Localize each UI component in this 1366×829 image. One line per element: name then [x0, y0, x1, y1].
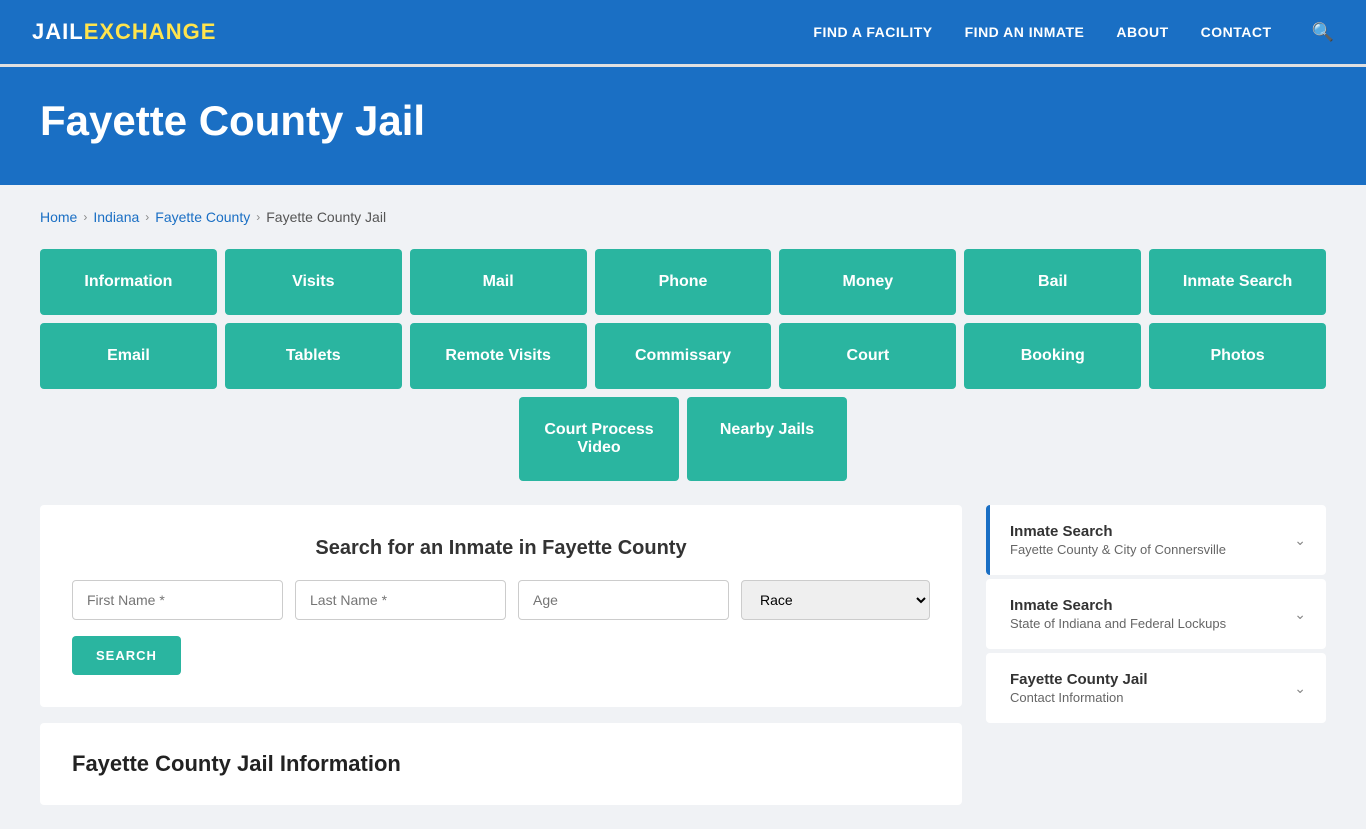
- info-heading: Fayette County Jail Information: [72, 751, 930, 777]
- nav-contact[interactable]: CONTACT: [1201, 24, 1272, 40]
- tile-photos[interactable]: Photos: [1149, 323, 1326, 389]
- tile-money[interactable]: Money: [779, 249, 956, 315]
- main-content: Home › Indiana › Fayette County › Fayett…: [0, 185, 1366, 829]
- tile-inmate-search[interactable]: Inmate Search: [1149, 249, 1326, 315]
- hero-section: Fayette County Jail: [0, 67, 1366, 185]
- sidebar-item-2[interactable]: Inmate Search State of Indiana and Feder…: [986, 579, 1326, 649]
- chevron-down-icon-1: ⌄: [1294, 532, 1306, 549]
- search-fields: Race White Black Hispanic Asian Other: [72, 580, 930, 620]
- nav-about[interactable]: ABOUT: [1116, 24, 1168, 40]
- race-select[interactable]: Race White Black Hispanic Asian Other: [741, 580, 930, 620]
- sidebar-item-2-sub: State of Indiana and Federal Lockups: [1010, 616, 1226, 631]
- tile-row-1: Information Visits Mail Phone Money Bail…: [40, 249, 1326, 315]
- search-icon[interactable]: 🔍: [1312, 22, 1334, 43]
- sidebar-item-3-sub: Contact Information: [1010, 690, 1148, 705]
- search-box: Search for an Inmate in Fayette County R…: [40, 505, 962, 707]
- tile-bail[interactable]: Bail: [964, 249, 1141, 315]
- breadcrumb-home[interactable]: Home: [40, 209, 77, 225]
- search-title: Search for an Inmate in Fayette County: [72, 537, 930, 560]
- tile-phone[interactable]: Phone: [595, 249, 772, 315]
- tile-email[interactable]: Email: [40, 323, 217, 389]
- sidebar: Inmate Search Fayette County & City of C…: [986, 505, 1326, 805]
- logo-jail: JAIL: [32, 19, 84, 44]
- sidebar-item-2-title: Inmate Search: [1010, 597, 1226, 614]
- last-name-input[interactable]: [295, 580, 506, 620]
- breadcrumb-sep-1: ›: [83, 210, 87, 224]
- bottom-layout: Search for an Inmate in Fayette County R…: [40, 505, 1326, 805]
- sidebar-item-1-title: Inmate Search: [1010, 523, 1226, 540]
- tile-row-3: Court Process Video Nearby Jails: [40, 397, 1326, 481]
- nav-links: FIND A FACILITY FIND AN INMATE ABOUT CON…: [813, 22, 1334, 43]
- chevron-down-icon-3: ⌄: [1294, 680, 1306, 697]
- tile-visits[interactable]: Visits: [225, 249, 402, 315]
- breadcrumb: Home › Indiana › Fayette County › Fayett…: [40, 209, 1326, 225]
- first-name-input[interactable]: [72, 580, 283, 620]
- logo-exchange: EXCHANGE: [84, 19, 217, 44]
- chevron-down-icon-2: ⌄: [1294, 606, 1306, 623]
- search-button[interactable]: SEARCH: [72, 636, 181, 675]
- tile-booking[interactable]: Booking: [964, 323, 1141, 389]
- breadcrumb-sep-3: ›: [256, 210, 260, 224]
- sidebar-item-1[interactable]: Inmate Search Fayette County & City of C…: [986, 505, 1326, 575]
- sidebar-item-3-title: Fayette County Jail: [1010, 671, 1148, 688]
- tile-information[interactable]: Information: [40, 249, 217, 315]
- nav-find-inmate[interactable]: FIND AN INMATE: [965, 24, 1085, 40]
- site-logo[interactable]: JAILEXCHANGE: [32, 19, 813, 45]
- tile-nearby-jails[interactable]: Nearby Jails: [687, 397, 847, 481]
- tile-court-process-video[interactable]: Court Process Video: [519, 397, 679, 481]
- tile-tablets[interactable]: Tablets: [225, 323, 402, 389]
- navbar: JAILEXCHANGE FIND A FACILITY FIND AN INM…: [0, 0, 1366, 64]
- tile-court[interactable]: Court: [779, 323, 956, 389]
- nav-find-facility[interactable]: FIND A FACILITY: [813, 24, 932, 40]
- breadcrumb-sep-2: ›: [145, 210, 149, 224]
- tile-section: Information Visits Mail Phone Money Bail…: [40, 249, 1326, 481]
- tile-mail[interactable]: Mail: [410, 249, 587, 315]
- tile-commissary[interactable]: Commissary: [595, 323, 772, 389]
- breadcrumb-current: Fayette County Jail: [266, 209, 386, 225]
- sidebar-item-3[interactable]: Fayette County Jail Contact Information …: [986, 653, 1326, 723]
- tile-remote-visits[interactable]: Remote Visits: [410, 323, 587, 389]
- breadcrumb-indiana[interactable]: Indiana: [93, 209, 139, 225]
- breadcrumb-fayette-county[interactable]: Fayette County: [155, 209, 250, 225]
- tile-row-2: Email Tablets Remote Visits Commissary C…: [40, 323, 1326, 389]
- page-title: Fayette County Jail: [40, 97, 1326, 145]
- info-section: Fayette County Jail Information: [40, 723, 962, 805]
- sidebar-item-1-sub: Fayette County & City of Connersville: [1010, 542, 1226, 557]
- age-input[interactable]: [518, 580, 729, 620]
